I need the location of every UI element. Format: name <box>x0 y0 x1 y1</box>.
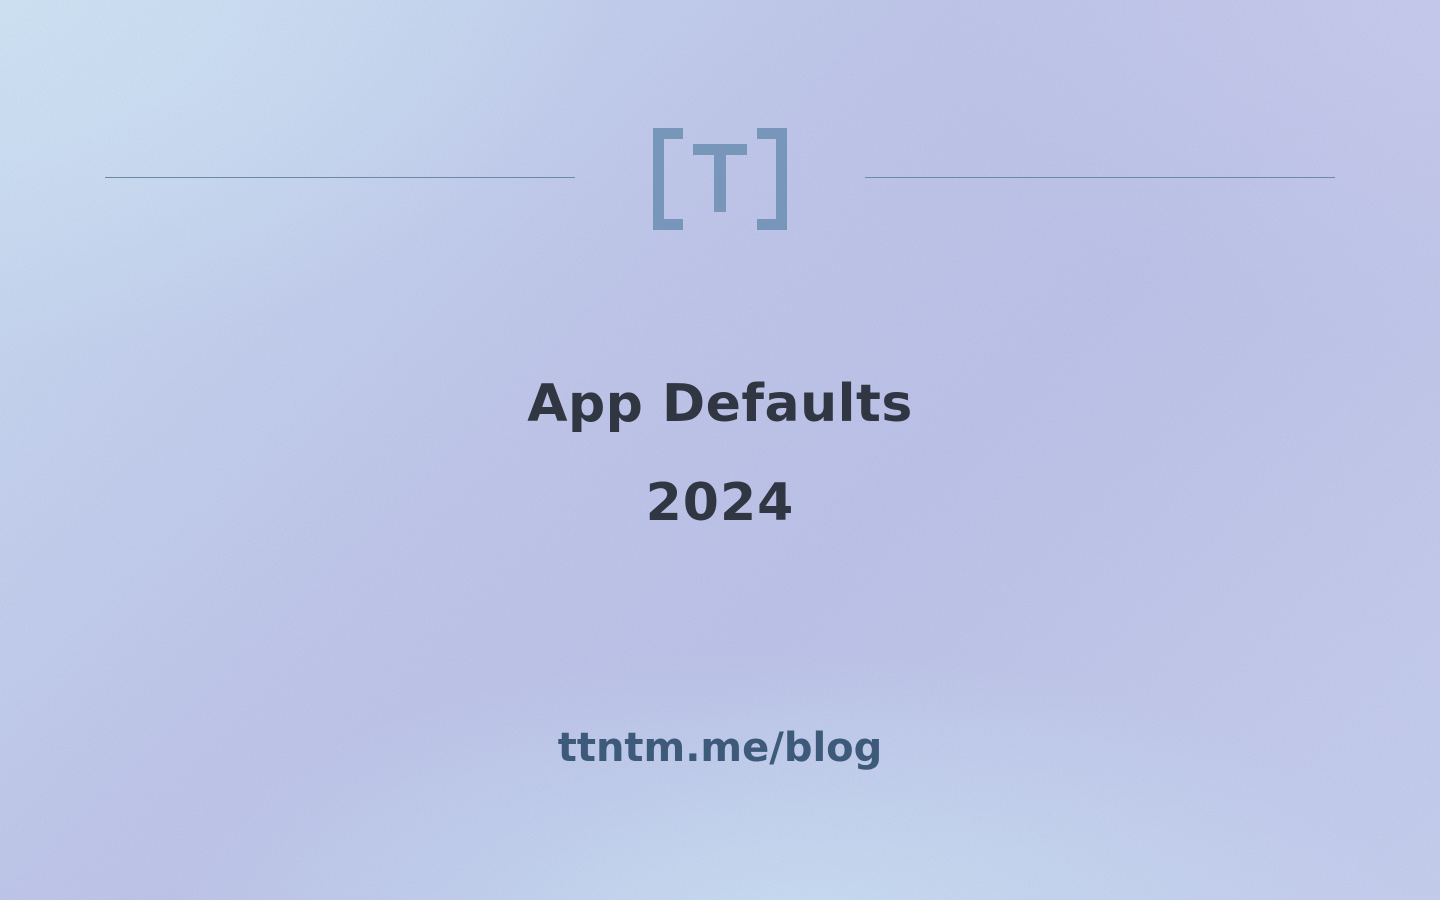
divider-left <box>105 177 575 178</box>
divider-right <box>865 177 1335 178</box>
page-title: App Defaults <box>527 374 913 434</box>
year-subtitle: 2024 <box>645 473 795 533</box>
blog-link[interactable]: ttntm.me/blog <box>0 722 1440 774</box>
bracket-t-logo <box>653 128 787 230</box>
